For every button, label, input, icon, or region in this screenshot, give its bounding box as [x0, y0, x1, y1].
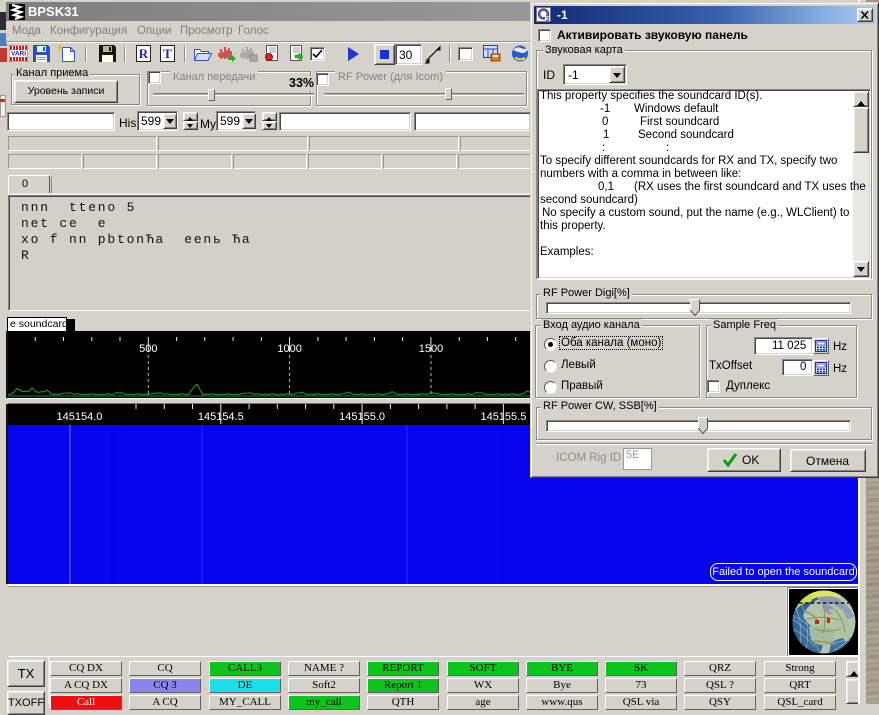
svg-text:145154.5: 145154.5	[198, 411, 244, 423]
svg-text:145156.5: 145156.5	[763, 411, 809, 423]
svg-text:500: 500	[139, 343, 157, 355]
svg-text:R: R	[139, 46, 149, 61]
svg-text:145155.5: 145155.5	[480, 411, 526, 423]
svg-text:VARI: VARI	[11, 51, 26, 58]
svg-text:145154.0: 145154.0	[57, 411, 103, 423]
svg-text:1000: 1000	[277, 343, 301, 355]
svg-text:1500: 1500	[419, 343, 443, 355]
svg-text:T: T	[163, 46, 172, 61]
svg-text:145156.0: 145156.0	[622, 411, 668, 423]
svg-text:2500: 2500	[701, 343, 725, 355]
svg-text:145155.0: 145155.0	[339, 411, 385, 423]
